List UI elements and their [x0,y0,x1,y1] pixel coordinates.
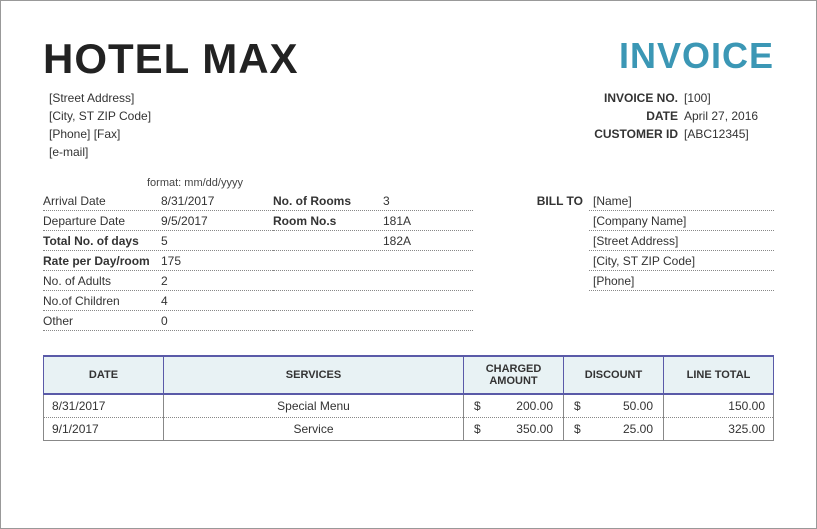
date-value: April 27, 2016 [684,107,774,125]
num-rooms-label: No. of Rooms [273,194,383,208]
children-value: 4 [161,294,273,308]
bill-to-street: [Street Address] [589,231,774,251]
other-value: 0 [161,314,273,328]
total-days-value: 5 [161,234,273,248]
customer-id-label: CUSTOMER ID [588,125,678,143]
rate-label: Rate per Day/room [43,254,161,268]
row-service: Special Menu [164,394,464,418]
row-date: 8/31/2017 [44,394,164,418]
address-city: [City, ST ZIP Code] [49,107,151,125]
th-services: SERVICES [164,356,464,394]
invoice-page: HOTEL MAX INVOICE [Street Address] [City… [0,0,817,529]
address-email: [e-mail] [49,143,151,161]
row-discount: $25.00 [564,418,664,441]
bill-to-name: [Name] [589,191,774,211]
invoice-meta: INVOICE NO. [100] DATE April 27, 2016 CU… [588,89,774,161]
departure-label: Departure Date [43,214,161,228]
row-discount: $50.00 [564,394,664,418]
header: HOTEL MAX INVOICE [43,35,774,83]
address-street: [Street Address] [49,89,151,107]
arrival-value: 8/31/2017 [161,194,273,208]
invoice-title: INVOICE [619,35,774,77]
table-row: 9/1/2017 Service $350.00 $25.00 325.00 [44,418,774,441]
bill-to-phone: [Phone] [589,271,774,291]
bill-to-label-col: BILL TO [473,191,589,331]
room-no-2: 182A [383,234,473,248]
hotel-name: HOTEL MAX [43,35,299,83]
bill-to-company: [Company Name] [589,211,774,231]
bill-to-label: BILL TO [473,191,583,211]
row-total: 325.00 [664,418,774,441]
adults-label: No. of Adults [43,274,161,288]
row-charged: $350.00 [464,418,564,441]
adults-value: 2 [161,274,273,288]
date-label: DATE [588,107,678,125]
customer-id-value: [ABC12345] [684,125,774,143]
details-block: Arrival Date8/31/2017 Departure Date9/5/… [43,191,774,331]
departure-value: 9/5/2017 [161,214,273,228]
rate-value: 175 [161,254,273,268]
th-date: DATE [44,356,164,394]
address-phone: [Phone] [Fax] [49,125,151,143]
arrival-label: Arrival Date [43,194,161,208]
row-date: 9/1/2017 [44,418,164,441]
other-label: Other [43,314,161,328]
bill-to-details: [Name] [Company Name] [Street Address] [… [589,191,774,331]
bill-to-city: [City, ST ZIP Code] [589,251,774,271]
format-hint: format: mm/dd/yyyy [147,177,774,189]
children-label: No.of Children [43,294,161,308]
table-row: 8/31/2017 Special Menu $200.00 $50.00 15… [44,394,774,418]
room-nos-label: Room No.s [273,214,383,228]
room-no-1: 181A [383,214,473,228]
room-details: No. of Rooms3 Room No.s181A 182A [273,191,473,331]
invoice-no-label: INVOICE NO. [588,89,678,107]
num-rooms-value: 3 [383,194,473,208]
th-line-total: LINE TOTAL [664,356,774,394]
top-info: [Street Address] [City, ST ZIP Code] [Ph… [43,89,774,161]
row-charged: $200.00 [464,394,564,418]
stay-details: Arrival Date8/31/2017 Departure Date9/5/… [43,191,273,331]
row-service: Service [164,418,464,441]
line-items-table: DATE SERVICES CHARGED AMOUNT DISCOUNT LI… [43,355,774,441]
th-charged: CHARGED AMOUNT [464,356,564,394]
invoice-no-value: [100] [684,89,774,107]
sender-address: [Street Address] [City, ST ZIP Code] [Ph… [49,89,151,161]
th-discount: DISCOUNT [564,356,664,394]
row-total: 150.00 [664,394,774,418]
total-days-label: Total No. of days [43,234,161,248]
